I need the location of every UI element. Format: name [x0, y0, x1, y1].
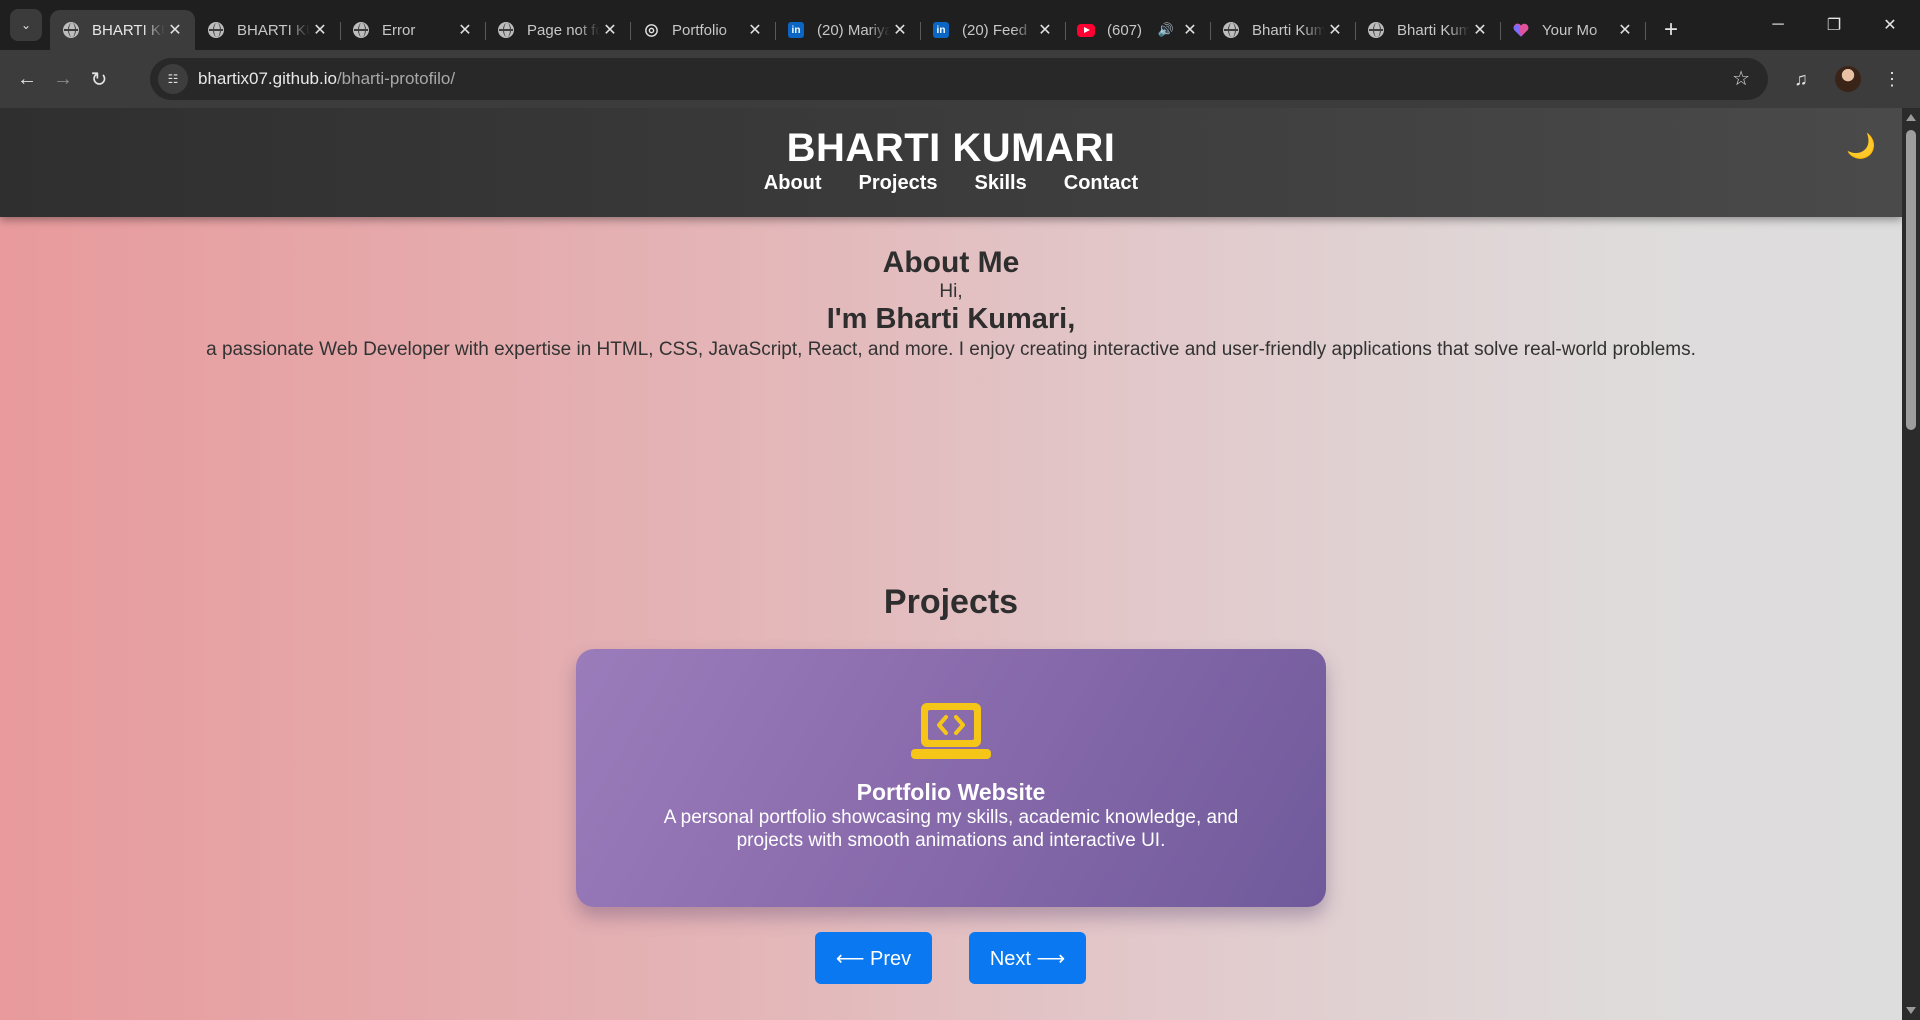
about-heading: About Me [882, 246, 1020, 279]
globe-icon [62, 21, 80, 39]
moon-icon[interactable]: 🌙 [1846, 132, 1876, 161]
site-title: BHARTI KUMARI [786, 126, 1116, 170]
page-viewport: BHARTI KUMARI About Projects Skills Cont… [0, 108, 1902, 1020]
close-icon[interactable]: ✕ [1180, 20, 1200, 40]
projects-heading: Projects [883, 583, 1019, 621]
tab-title: Bharti Kumari [1252, 21, 1325, 39]
globe-icon [1367, 21, 1385, 39]
tab-10[interactable]: Bharti Kumari ✕ [1355, 10, 1501, 50]
close-icon[interactable]: ✕ [745, 20, 765, 40]
tab-title: Bharti Kumari [1397, 21, 1470, 39]
reload-button[interactable]: ↻ [81, 61, 117, 97]
scroll-down-icon[interactable] [1906, 1007, 1916, 1014]
site-info-button[interactable]: ☷ [158, 64, 188, 94]
bookmark-star-icon[interactable]: ☆ [1732, 66, 1750, 91]
tab-title: Portfolio [672, 21, 728, 39]
tab-title: BHARTI KUMARI [92, 21, 165, 39]
app-icon [1512, 21, 1530, 39]
chatgpt-icon [642, 21, 660, 39]
tab-title: Page not found [527, 21, 600, 39]
media-control-icon[interactable]: ♫ [1785, 63, 1817, 95]
site-nav: About Projects Skills Contact [0, 172, 1902, 195]
close-icon[interactable]: ✕ [165, 20, 185, 40]
tab-8[interactable]: (607) 🔊 ✕ [1065, 10, 1211, 50]
tab-11[interactable]: Your Mo ✕ [1500, 10, 1646, 50]
linkedin-icon: in [787, 21, 805, 39]
project-title: Portfolio Website [856, 779, 1046, 805]
tab-title: (607) [1107, 21, 1143, 39]
browser-toolbar: ← → ↻ ☷ bhartix07.github.io/bharti-proto… [0, 50, 1920, 108]
site-header: BHARTI KUMARI About Projects Skills Cont… [0, 108, 1902, 217]
page-scrollbar[interactable] [1902, 108, 1920, 1020]
new-tab-button[interactable]: + [1655, 14, 1687, 46]
close-icon[interactable]: ✕ [890, 20, 910, 40]
globe-icon [207, 21, 225, 39]
tab-4[interactable]: Page not found ✕ [485, 10, 631, 50]
reload-icon: ↻ [90, 68, 108, 91]
forward-button[interactable]: → [45, 61, 81, 97]
tab-title: Error [382, 21, 416, 39]
arrow-right-icon: → [53, 67, 73, 90]
nav-skills-link[interactable]: Skills [974, 172, 1026, 195]
youtube-icon [1077, 21, 1095, 39]
minimize-icon[interactable]: ─ [1750, 0, 1806, 50]
restore-icon[interactable]: ❐ [1806, 0, 1862, 50]
close-icon[interactable]: ✕ [1325, 20, 1345, 40]
close-icon[interactable]: ✕ [1035, 20, 1055, 40]
tab-title: (20) Feed [962, 21, 1028, 39]
arrow-left-icon: ← [17, 67, 37, 90]
menu-kebab-icon[interactable]: ⋮ [1876, 63, 1908, 95]
next-button[interactable]: Next ⟶ [969, 932, 1086, 984]
nav-projects-link[interactable]: Projects [859, 172, 938, 195]
close-icon[interactable]: ✕ [455, 20, 475, 40]
about-description: a passionate Web Developer with expertis… [206, 339, 1696, 360]
close-icon[interactable]: ✕ [1615, 20, 1635, 40]
profile-button[interactable] [1832, 63, 1864, 95]
tab-6[interactable]: in (20) Mariya ✕ [775, 10, 921, 50]
tab-3[interactable]: Error ✕ [340, 10, 486, 50]
url-host: bhartix07.github.io [198, 69, 337, 88]
prev-button[interactable]: ⟵ Prev [815, 932, 932, 984]
tab-5[interactable]: Portfolio ✕ [630, 10, 776, 50]
tune-icon: ☷ [167, 72, 179, 86]
tab-title: (20) Mariya [817, 21, 890, 39]
tab-title: BHARTI KUMARI [237, 21, 310, 39]
back-button[interactable]: ← [9, 61, 45, 97]
avatar [1835, 66, 1861, 92]
url-text[interactable]: bhartix07.github.io/bharti-protofilo/ [198, 69, 455, 89]
linkedin-icon: in [932, 21, 950, 39]
close-icon[interactable]: ✕ [310, 20, 330, 40]
address-bar[interactable]: ☷ bhartix07.github.io/bharti-protofilo/ … [150, 58, 1768, 100]
tab-title: Your Mo [1542, 21, 1598, 39]
nav-contact-link[interactable]: Contact [1064, 172, 1138, 195]
project-description: A personal portfolio showcasing my skill… [663, 807, 1239, 851]
globe-icon [497, 21, 515, 39]
globe-icon [1222, 21, 1240, 39]
window-close-icon[interactable]: ✕ [1862, 0, 1918, 50]
nav-about-link[interactable]: About [764, 172, 822, 195]
tab-7[interactable]: in (20) Feed ✕ [920, 10, 1066, 50]
tab-2[interactable]: BHARTI KUMARI ✕ [195, 10, 341, 50]
laptop-code-icon [911, 703, 991, 759]
scroll-up-icon[interactable] [1906, 114, 1916, 121]
tab-strip: ⌄ BHARTI KUMARI ✕ BHARTI KUMARI ✕ Error … [0, 0, 1920, 50]
tab-1[interactable]: BHARTI KUMARI ✕ [50, 10, 195, 50]
close-icon[interactable]: ✕ [600, 20, 620, 40]
close-icon[interactable]: ✕ [1470, 20, 1490, 40]
about-name: I'm Bharti Kumari, [826, 303, 1076, 335]
scroll-thumb[interactable] [1906, 130, 1916, 430]
speaker-icon[interactable]: 🔊 [1158, 22, 1174, 38]
tab-search-button[interactable]: ⌄ [10, 9, 42, 41]
project-card[interactable]: Portfolio Website A personal portfolio s… [576, 649, 1326, 907]
chevron-down-icon: ⌄ [20, 18, 32, 32]
about-greeting: Hi, [939, 281, 963, 302]
tab-9[interactable]: Bharti Kumari ✕ [1210, 10, 1356, 50]
globe-icon [352, 21, 370, 39]
url-path: /bharti-protofilo/ [336, 69, 456, 88]
